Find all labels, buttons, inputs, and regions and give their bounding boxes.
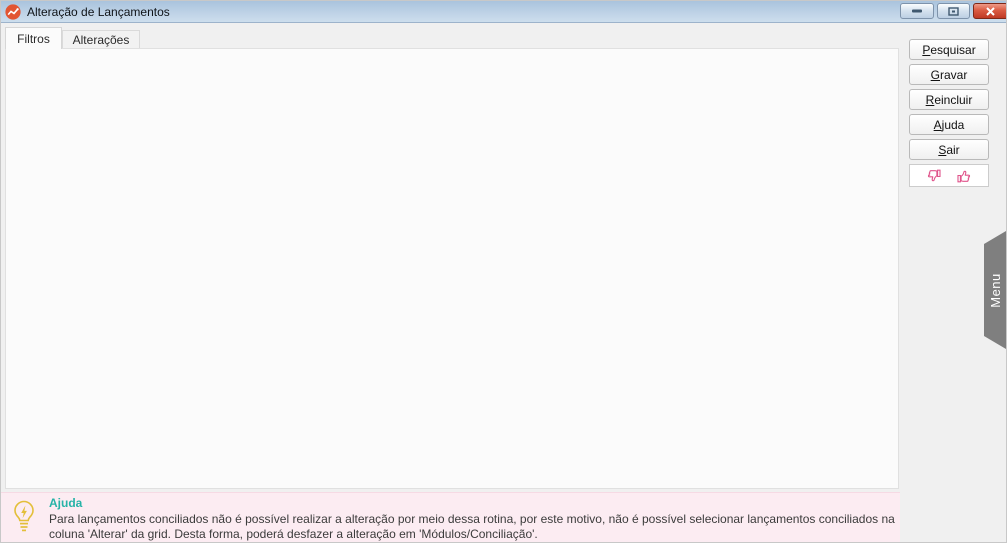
- maximize-button[interactable]: [937, 3, 970, 19]
- sair-button[interactable]: Sair: [909, 139, 989, 160]
- help-title: Ajuda: [49, 496, 82, 510]
- close-icon: [986, 7, 995, 16]
- tab-filtros[interactable]: Filtros: [5, 27, 62, 49]
- help-text: Para lançamentos conciliados não é possí…: [49, 512, 895, 542]
- filters-panel: [5, 48, 899, 489]
- menu-side-tab-label: Menu: [988, 273, 1003, 308]
- alteracao-lancamentos-window: Alteração de Lançamentos Filtros Alteraç…: [0, 0, 1007, 543]
- app-chart-line-icon: [5, 4, 21, 20]
- gravar-button[interactable]: Gravar: [909, 64, 989, 85]
- help-strip: Ajuda Para lançamentos conciliados não é…: [1, 492, 900, 543]
- thumbs-down-icon[interactable]: [925, 168, 942, 184]
- pesquisar-button[interactable]: Pesquisar: [909, 39, 989, 60]
- maximize-icon: [948, 7, 959, 16]
- thumbs-up-icon[interactable]: [956, 168, 973, 184]
- window-title: Alteração de Lançamentos: [27, 5, 170, 19]
- ajuda-button[interactable]: Ajuda: [909, 114, 989, 135]
- titlebar: Alteração de Lançamentos: [1, 1, 1007, 23]
- minimize-icon: [912, 9, 922, 13]
- menu-side-tab[interactable]: Menu: [984, 231, 1006, 349]
- tab-alteracoes[interactable]: Alterações: [62, 30, 140, 49]
- minimize-button[interactable]: [900, 3, 934, 19]
- close-button[interactable]: [973, 3, 1007, 19]
- feedback-panel: [909, 164, 989, 187]
- lightbulb-icon: [12, 499, 36, 538]
- reincluir-button[interactable]: Reincluir: [909, 89, 989, 110]
